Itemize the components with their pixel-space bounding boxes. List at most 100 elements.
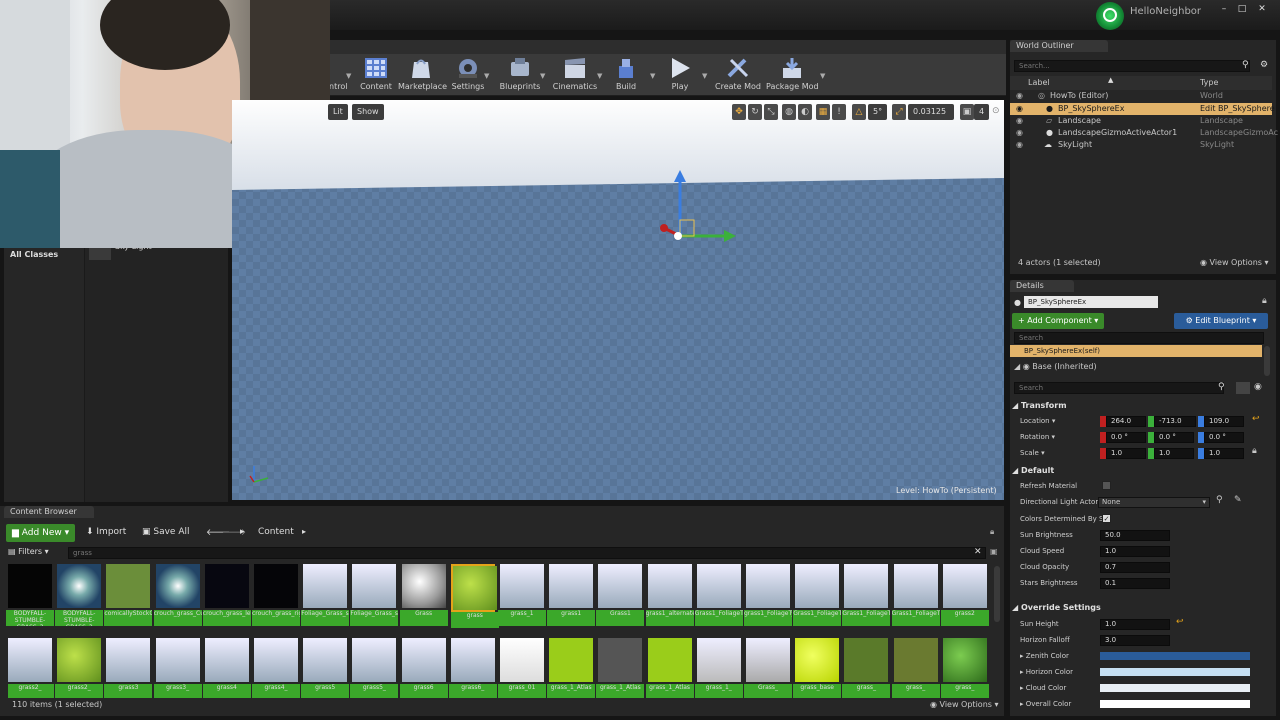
breadcrumb-arrow-icon[interactable]: ▸ (302, 527, 306, 536)
toolbar-marketplace-button[interactable]: Marketplace (398, 56, 447, 94)
translate-mode-icon[interactable]: ✥ (732, 104, 746, 120)
outliner-row-skylight[interactable]: ◉ ☁ SkyLight SkyLight (1010, 139, 1272, 151)
asset-grid-scrollbar[interactable] (994, 566, 1000, 622)
asset-tile[interactable]: grass3_ (153, 638, 202, 698)
asset-tile[interactable]: Grass (399, 564, 448, 628)
scale-label[interactable]: Scale ▾ (1020, 446, 1045, 460)
scale-snap-icon[interactable]: ⤢ (892, 104, 906, 120)
rotation-z-field[interactable]: 0.0 ° (1204, 432, 1244, 443)
add-component-button[interactable]: + Add Component ▾ (1012, 313, 1105, 329)
chevron-down-icon[interactable]: ▼ (597, 72, 602, 80)
lock-icon[interactable]: 🔒︎ (990, 527, 994, 537)
scale-mode-icon[interactable]: ⤡ (764, 104, 778, 120)
asset-tile[interactable]: crouch_grass_right (252, 564, 300, 628)
asset-search-input[interactable]: grass (68, 547, 986, 559)
stars-brightness-field[interactable]: 0.1 (1100, 578, 1170, 589)
component-self-row[interactable]: BP_SkySphereEx(self) (1010, 345, 1262, 357)
asset-tile[interactable]: Grass1_FoliageType_Close (793, 564, 842, 628)
asset-tile[interactable]: grass2 (940, 564, 989, 628)
property-search-input[interactable]: Search (1014, 382, 1224, 394)
breadcrumb-content[interactable]: Content (258, 527, 294, 537)
category-all-classes[interactable]: All Classes (10, 250, 58, 259)
chevron-down-icon[interactable]: ▼ (346, 72, 351, 80)
scale-snap-value[interactable]: 0.03125 (908, 104, 954, 120)
location-x-field[interactable]: 264.0 (1106, 416, 1146, 427)
asset-tile[interactable]: grass6_ (448, 638, 497, 698)
asset-tile[interactable]: Grass1 (596, 564, 645, 628)
asset-tile[interactable]: grass (450, 564, 499, 628)
angle-snap-value[interactable]: 5° (868, 104, 888, 120)
path-root-icon[interactable]: ▸ (240, 527, 245, 537)
eye-icon[interactable]: ◉ (1016, 127, 1023, 139)
outliner-row-world[interactable]: ◉ ◎ HowTo (Editor) World (1010, 90, 1272, 102)
location-z-field[interactable]: 109.0 (1204, 416, 1244, 427)
close-button[interactable]: ✕ (1256, 4, 1268, 14)
asset-tile[interactable]: BODYFALL-STUMBLE-GRASS_3 (6, 564, 54, 628)
sun-height-field[interactable]: 1.0 (1100, 619, 1170, 630)
scale-z-field[interactable]: 1.0 (1204, 448, 1244, 459)
toolbar-blueprints-button[interactable]: Blueprints (498, 56, 542, 94)
maximize-viewport-icon[interactable]: ⊙ (992, 106, 1000, 116)
refresh-material-checkbox[interactable] (1102, 481, 1111, 490)
rotate-mode-icon[interactable]: ↻ (748, 104, 762, 120)
camera-speed-value[interactable]: 4 (974, 104, 990, 120)
lock-icon[interactable]: 🔒︎ (1262, 296, 1267, 306)
rotation-label[interactable]: Rotation ▾ (1020, 430, 1055, 444)
outliner-row-landscape[interactable]: ◉ ▱ Landscape Landscape (1010, 115, 1272, 127)
save-search-icon[interactable]: ▣ (990, 547, 998, 556)
minimize-button[interactable]: – (1218, 4, 1230, 14)
asset-tile[interactable]: crouch_grass_left (202, 564, 251, 628)
edit-blueprint-button[interactable]: ⚙ Edit Blueprint ▾ (1174, 313, 1268, 329)
outliner-view-options[interactable]: ◉ View Options ▾ (1200, 258, 1269, 267)
horizon-falloff-field[interactable]: 3.0 (1100, 635, 1170, 646)
eye-icon[interactable]: ◉ (1016, 139, 1023, 151)
import-button[interactable]: ⬇ Import (86, 527, 126, 537)
asset-tile[interactable]: grass_1_Atlas (547, 638, 596, 698)
toolbar-play-button[interactable]: Play (662, 56, 698, 94)
asset-tile[interactable]: Foliage_Grass_stationary_OldArt (350, 564, 399, 628)
filters-button[interactable]: ▤ Filters ▾ (8, 547, 49, 556)
grid-size-value[interactable]: ! (832, 104, 846, 120)
viewport-lit-button[interactable]: Lit (328, 104, 348, 120)
asset-tile[interactable]: grass1 (547, 564, 596, 628)
override-section-header[interactable]: ◢ Override Settings (1012, 601, 1101, 614)
browse-icon[interactable]: ⚲ (1216, 495, 1223, 505)
details-scrollbar[interactable] (1264, 346, 1270, 376)
asset-tile[interactable]: Grass1_FoliageType_City (891, 564, 940, 628)
asset-tile[interactable]: grass4 (202, 638, 251, 698)
asset-tile[interactable]: comicallyStockGrassTexture (104, 564, 153, 628)
asset-tile[interactable]: grass_01 (498, 638, 546, 698)
cloud-color-swatch[interactable] (1100, 684, 1250, 692)
cloud-color-label[interactable]: ▸ Cloud Color (1020, 681, 1066, 695)
chevron-down-icon[interactable]: ▼ (702, 72, 707, 80)
asset-tile[interactable]: grass2_ (55, 638, 104, 698)
content-browser-tab[interactable]: Content Browser (4, 506, 94, 518)
asset-tile[interactable]: grass6 (399, 638, 448, 698)
column-label[interactable]: Label (1028, 78, 1050, 87)
picker-icon[interactable]: ✎ (1234, 495, 1242, 505)
location-y-field[interactable]: -713.0 (1154, 416, 1196, 427)
location-label[interactable]: Location ▾ (1020, 414, 1055, 428)
world-local-icon[interactable]: ◍ (782, 104, 796, 120)
toolbar-build-button[interactable]: Build (608, 56, 644, 94)
surface-snap-icon[interactable]: ◐ (798, 104, 812, 120)
cloud-opacity-field[interactable]: 0.7 (1100, 562, 1170, 573)
asset-tile[interactable]: Grass_ (744, 638, 792, 698)
toolbar-create-mod-button[interactable]: Create Mod (714, 56, 762, 94)
scale-y-field[interactable]: 1.0 (1154, 448, 1194, 459)
overall-color-label[interactable]: ▸ Overall Color (1020, 697, 1071, 711)
transform-gizmo-icon[interactable] (652, 166, 762, 246)
asset-tile[interactable]: Grass1_FoliageType (694, 564, 743, 628)
horizon-color-label[interactable]: ▸ Horizon Color (1020, 665, 1073, 679)
eye-icon[interactable]: ◉ (1254, 382, 1262, 392)
add-new-button[interactable]: ▆ Add New ▾ (6, 524, 76, 542)
transform-section-header[interactable]: ◢ Transform (1012, 399, 1067, 412)
zenith-color-swatch[interactable] (1100, 652, 1250, 660)
actor-name-input[interactable]: BP_SkySphereEx (1024, 296, 1158, 308)
chevron-down-icon[interactable]: ▼ (820, 72, 825, 80)
level-viewport[interactable]: Lit Show ✥ ↻ ⤡ ◍ ◐ ▦ ! △ 5° ⤢ 0.03125 ▣ … (232, 100, 1004, 500)
sun-brightness-field[interactable]: 50.0 (1100, 530, 1170, 541)
asset-tile[interactable]: grass_1_Atlas (645, 638, 694, 698)
save-all-button[interactable]: ▣ Save All (142, 527, 190, 537)
reset-arrow-icon[interactable]: ↩ (1176, 617, 1184, 627)
